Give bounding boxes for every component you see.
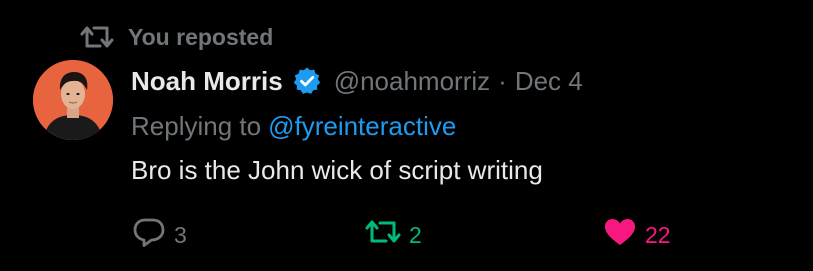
repost-count: 2 bbox=[409, 221, 422, 248]
replying-to-label: Replying to bbox=[131, 110, 262, 141]
heart-icon bbox=[603, 217, 637, 253]
tweet-header: Noah Morris @noahmorriz · Dec 4 bbox=[131, 62, 583, 100]
author-handle[interactable]: @noahmorriz bbox=[334, 66, 490, 97]
mention-link[interactable]: @fyreinteractive bbox=[268, 111, 456, 142]
reply-button[interactable]: 3 bbox=[132, 218, 187, 252]
reply-icon bbox=[132, 216, 166, 254]
repost-banner: You reposted bbox=[80, 22, 273, 52]
reply-context: Replying to @fyreinteractive bbox=[131, 108, 456, 144]
tweet-card[interactable]: You reposted Noah Morris @noahmorriz · D… bbox=[0, 0, 813, 271]
display-name[interactable]: Noah Morris bbox=[131, 66, 283, 97]
like-button[interactable]: 22 bbox=[603, 218, 671, 252]
like-count: 22 bbox=[645, 221, 671, 248]
avatar[interactable] bbox=[33, 60, 113, 140]
tweet-date[interactable]: Dec 4 bbox=[515, 66, 583, 97]
repost-icon bbox=[80, 24, 114, 50]
separator-dot: · bbox=[498, 65, 507, 96]
verified-badge-icon[interactable] bbox=[292, 66, 322, 96]
repost-icon bbox=[365, 218, 401, 252]
reply-count: 3 bbox=[174, 221, 187, 248]
repost-label: You reposted bbox=[128, 23, 274, 50]
repost-button[interactable]: 2 bbox=[365, 218, 422, 252]
tweet-text: Bro is the John wick of script writing bbox=[131, 154, 543, 185]
